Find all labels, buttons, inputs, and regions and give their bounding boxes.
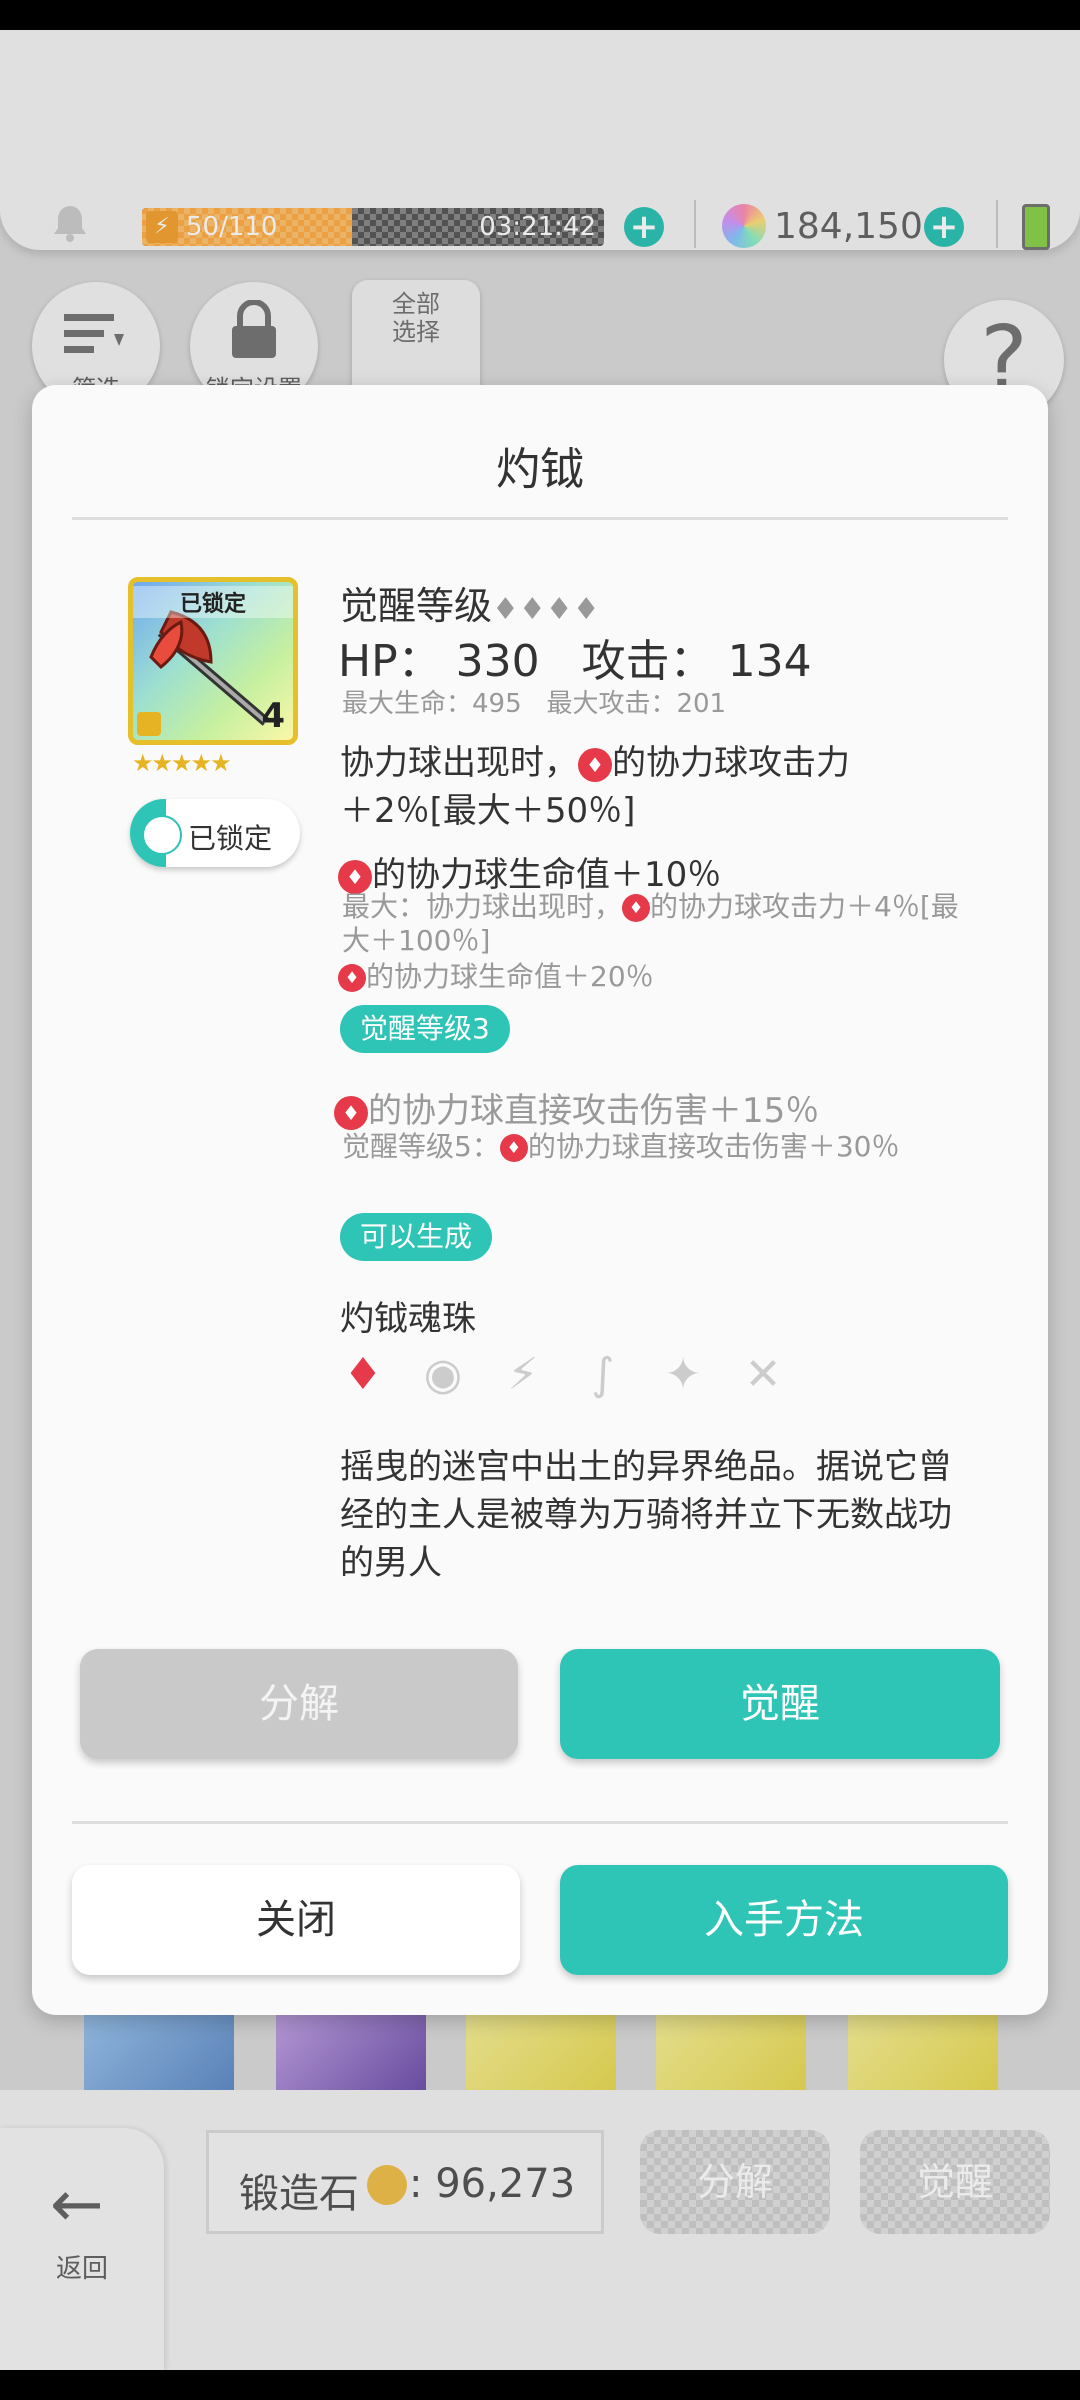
craftable-badge: 可以生成: [340, 1213, 493, 1261]
effect-line-1b: ＋2％[最大＋50％]: [340, 791, 636, 831]
light-element-icon: ✦: [664, 1349, 702, 1400]
item-detail-modal: 灼钺 已锁定 4 ★★★★★ 已锁定 觉醒等级♦♦♦♦ HP： 330 攻击： …: [32, 385, 1048, 2015]
fire-orb-icon: ♦: [622, 894, 651, 922]
rarity-stars: ★★★★★: [132, 749, 232, 777]
padlock-icon: [137, 712, 161, 736]
dark-element-icon: ✕: [744, 1349, 782, 1400]
fire-element-icon: ♦: [343, 1349, 383, 1400]
effect-line-1: 协力球出现时， ♦ 的协力球攻击力: [340, 743, 850, 783]
awaken-button[interactable]: 觉醒: [560, 1649, 1000, 1759]
item-icon: 已锁定 4: [128, 577, 298, 745]
divider: [72, 517, 1008, 520]
navigation-bar: [0, 2370, 1080, 2400]
divider: [72, 1821, 1008, 1824]
awaken-level-3-badge: 觉醒等级3: [340, 1005, 510, 1053]
awaken-5-effect: 觉醒等级5： ♦ 的协力球直接攻击伤害＋30％: [342, 1130, 900, 1163]
awaken-level-heading: 觉醒等级♦♦♦♦: [340, 584, 600, 628]
soul-orb-label: 灼钺魂珠: [340, 1299, 476, 1339]
toggle-knob: [142, 815, 182, 855]
status-bar: [0, 0, 1080, 30]
max-effect-line-3: ♦ 的协力球生命值＋20％: [338, 955, 654, 995]
decompose-button[interactable]: 分解: [80, 1649, 518, 1759]
close-button[interactable]: 关闭: [72, 1865, 520, 1975]
modal-title: 灼钺: [496, 444, 584, 495]
item-locked-text: 已锁定: [133, 586, 293, 618]
max-effect-line-2: 大＋100％]: [342, 924, 491, 957]
lock-toggle-label: 已锁定: [188, 822, 273, 855]
item-description: 摇曳的迷宫中出土的异界绝品。据说它曾经的主人是被尊为万骑将并立下无数战功的男人: [340, 1447, 952, 1583]
how-to-obtain-button[interactable]: 入手方法: [560, 1865, 1008, 1975]
item-count: 4: [261, 696, 285, 736]
max-stats-line: 最大生命：495 最大攻击：201: [342, 689, 727, 719]
fire-orb-icon: ♦: [338, 964, 366, 992]
fire-orb-icon: ♦: [499, 1134, 528, 1162]
awaken-diamonds-icon: ♦♦♦♦: [492, 592, 600, 627]
wind-element-icon: ∫: [591, 1349, 615, 1400]
stats-line: HP： 330 攻击： 134: [338, 636, 812, 687]
neutral-element-icon: ◉: [423, 1349, 463, 1400]
lock-toggle-button[interactable]: 已锁定: [130, 799, 300, 867]
lightning-element-icon: ⚡: [507, 1349, 539, 1400]
fire-orb-icon: ♦: [578, 747, 612, 782]
